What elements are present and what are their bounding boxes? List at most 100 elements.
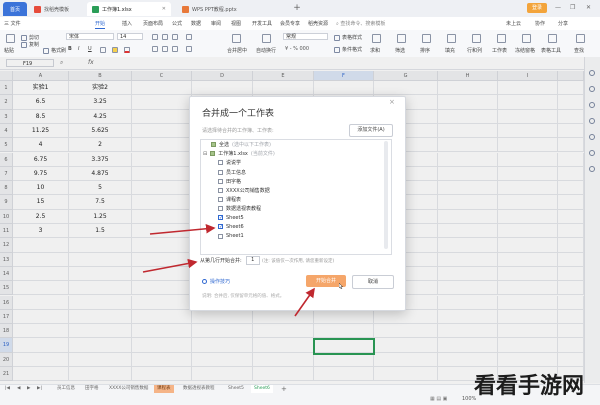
start-row-stepper[interactable]: 1 <box>245 256 260 265</box>
tab-workbook[interactable]: 工作簿1.xlsx ✕ <box>87 2 171 16</box>
paste-label[interactable]: 粘贴 <box>4 47 14 54</box>
sheet-list-item[interactable]: ✓ Sheet6 <box>218 224 244 230</box>
rowcol-icon[interactable] <box>472 34 481 43</box>
find-button[interactable]: 查找 <box>574 47 584 54</box>
minimize-icon[interactable]: — <box>555 4 561 11</box>
menu-page-layout[interactable]: 页面布局 <box>143 20 163 27</box>
sum-button[interactable]: 求和 <box>370 47 380 54</box>
merge-icon[interactable] <box>232 34 241 43</box>
distributed-icon[interactable] <box>186 46 192 52</box>
sheet-list-item[interactable]: 田字格 <box>218 178 241 185</box>
sheet-list-item[interactable]: 员工信息 <box>218 169 246 176</box>
close-icon[interactable]: × <box>389 98 395 106</box>
sort-button[interactable]: 排序 <box>420 47 430 54</box>
sum-icon[interactable] <box>372 34 381 43</box>
collaborate-button[interactable]: 协作 <box>535 20 545 27</box>
login-button[interactable]: 登录 <box>527 3 547 13</box>
add-sheet-button[interactable]: + <box>278 385 290 393</box>
sheet-tab[interactable]: 课程表 <box>154 385 174 393</box>
cancel-button[interactable]: 取消 <box>352 275 394 289</box>
menu-data[interactable]: 数据 <box>191 20 201 27</box>
worksheet-icon[interactable] <box>497 34 506 43</box>
sheet-tab[interactable]: 数据透视表教程 <box>180 385 218 393</box>
freeze-icon[interactable] <box>522 34 531 43</box>
checkbox[interactable]: ✓ <box>218 215 223 221</box>
worksheet-button[interactable]: 工作表 <box>492 47 507 54</box>
number-format-select[interactable]: 常规 <box>283 33 328 40</box>
copy-button[interactable]: 复制 <box>21 41 39 48</box>
menu-review[interactable]: 审阅 <box>211 20 221 27</box>
sheet-list-item[interactable]: 课程表 <box>218 196 241 203</box>
sheet-nav-prev[interactable]: ◀ <box>14 385 23 393</box>
align-middle-icon[interactable] <box>162 34 168 40</box>
list-scrollbar[interactable] <box>384 141 388 249</box>
sort-icon[interactable] <box>422 34 431 43</box>
menu-developer[interactable]: 开发工具 <box>252 20 272 27</box>
menu-docer[interactable]: 稻壳资源 <box>308 20 328 27</box>
checkbox[interactable] <box>218 169 223 175</box>
filter-icon[interactable] <box>397 34 406 43</box>
currency-button[interactable]: ¥ - % 000 <box>285 46 309 52</box>
sheet-tab[interactable]: XXXX公司销售数据 <box>106 385 151 393</box>
format-painter-button[interactable]: 格式刷 <box>43 47 66 54</box>
freeze-panes-button[interactable]: 冻结窗格 <box>515 47 535 54</box>
sheet-tab[interactable]: Sheet5 <box>225 385 247 393</box>
add-file-button[interactable]: 添加文件(A) <box>349 124 393 137</box>
sheet-list-item[interactable]: 数据透视表教程 <box>218 205 261 212</box>
checkbox[interactable]: ✓ <box>218 224 223 230</box>
font-name-select[interactable]: 宋体 <box>66 33 114 40</box>
fill-color-icon[interactable] <box>112 47 118 53</box>
checkbox[interactable] <box>218 188 223 193</box>
cloud-status[interactable]: 未上云 <box>506 20 521 27</box>
checkbox[interactable] <box>218 233 223 239</box>
checkbox[interactable] <box>218 197 223 203</box>
filter-button[interactable]: 筛选 <box>395 47 405 54</box>
tab-templates[interactable]: 找稻壳模板 <box>29 2 85 16</box>
sheet-list-item[interactable]: ⊟ 工作簿1.xlsx (当前文件) <box>203 150 275 158</box>
row-col-button[interactable]: 行和列 <box>467 47 482 54</box>
find-icon[interactable] <box>576 34 585 43</box>
menu-member[interactable]: 会员专享 <box>280 20 300 27</box>
sheet-list-item[interactable]: ✓ Sheet5 <box>218 215 244 221</box>
menu-insert[interactable]: 插入 <box>122 20 132 27</box>
font-color-icon[interactable] <box>124 47 130 53</box>
table-tools-icon[interactable] <box>548 34 557 43</box>
expand-collapse-icon[interactable]: ⊟ <box>203 151 207 157</box>
sheet-nav-last[interactable]: ▶| <box>34 385 45 393</box>
wrap-text-button[interactable]: 自动换行 <box>256 47 276 54</box>
sheet-list-item[interactable]: XXXX公司销售数据 <box>218 187 270 194</box>
sheet-nav-first[interactable]: |◀ <box>2 385 13 393</box>
align-right-icon[interactable] <box>172 46 178 52</box>
file-menu[interactable]: 三 文件 <box>4 20 21 27</box>
sheet-list-item[interactable]: Sheet1 <box>218 233 244 239</box>
underline-button[interactable]: U <box>88 46 92 52</box>
merge-center-button[interactable]: 合并居中 <box>227 47 247 54</box>
font-size-select[interactable]: 14 <box>117 33 143 40</box>
align-bottom-icon[interactable] <box>172 34 178 40</box>
fill-button[interactable]: 填充 <box>445 47 455 54</box>
menu-formulas[interactable]: 公式 <box>172 20 182 27</box>
checkbox[interactable] <box>218 160 223 166</box>
sheet-tab[interactable]: 田字格 <box>82 385 102 393</box>
bold-button[interactable]: B <box>68 46 72 52</box>
align-top-icon[interactable] <box>152 34 158 40</box>
align-left-icon[interactable] <box>152 46 158 52</box>
fill-icon[interactable] <box>447 34 456 43</box>
checkbox[interactable] <box>211 142 216 147</box>
sheet-list-item[interactable]: 全选 (选中以下工作表) <box>203 141 271 148</box>
border-icon[interactable] <box>100 47 106 53</box>
sheet-nav-next[interactable]: ▶ <box>24 385 33 393</box>
home-tab[interactable]: 首页 <box>3 2 27 16</box>
menu-view[interactable]: 视图 <box>231 20 241 27</box>
italic-button[interactable]: I <box>78 46 79 52</box>
search-command[interactable]: ⌕ 查找命令、搜索模板 <box>336 20 385 27</box>
share-button[interactable]: 分享 <box>558 20 568 27</box>
checkbox[interactable] <box>218 206 223 212</box>
cond-format-button[interactable]: 表格样式 <box>334 34 362 41</box>
indent-icon[interactable] <box>186 34 192 40</box>
close-window-icon[interactable]: ✕ <box>586 4 591 11</box>
checkbox[interactable] <box>210 151 216 157</box>
cut-button[interactable]: 剪切 <box>21 34 39 41</box>
maximize-icon[interactable]: ❐ <box>570 4 575 11</box>
align-center-icon[interactable] <box>162 46 168 52</box>
